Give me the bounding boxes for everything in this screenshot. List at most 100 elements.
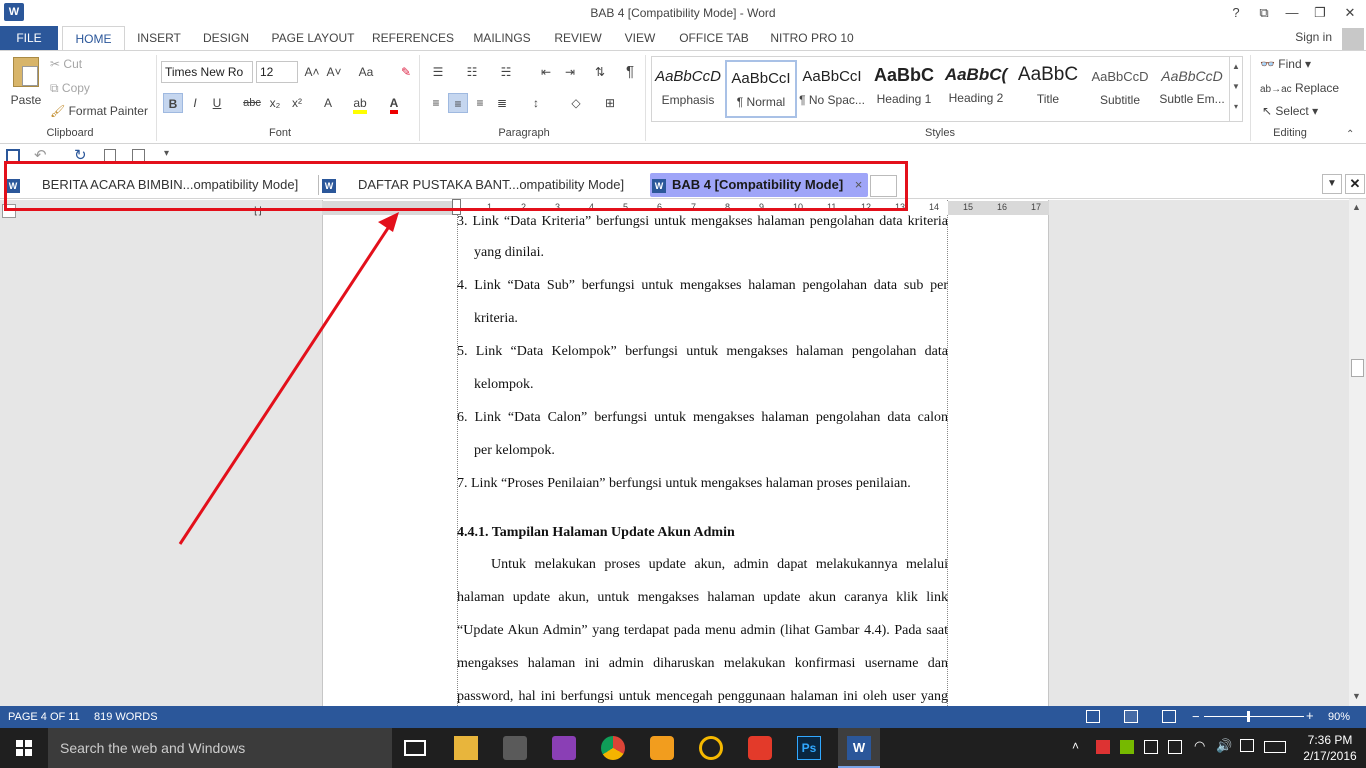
subscript-button[interactable]: x₂ (265, 93, 285, 113)
avatar[interactable] (1342, 28, 1364, 50)
tab-home[interactable]: HOME (62, 26, 125, 51)
read-mode-icon[interactable] (1086, 710, 1100, 723)
tray-icon[interactable] (1144, 740, 1158, 754)
tab-references[interactable]: REFERENCES (370, 26, 456, 50)
bold-button[interactable]: B (163, 93, 183, 113)
text-effects-icon[interactable]: A (318, 93, 338, 113)
zoom-in-icon[interactable]: + (1306, 708, 1314, 723)
style-heading-1[interactable]: AaBbC Heading 1 (868, 60, 940, 118)
task-view-icon[interactable] (404, 740, 426, 756)
italic-button[interactable]: I (185, 93, 205, 113)
line-spacing-icon[interactable]: ↕ (526, 93, 546, 113)
align-left-icon[interactable]: ≡ (426, 93, 446, 113)
style-heading-2[interactable]: AaBbC( Heading 2 (940, 60, 1012, 118)
nvidia-icon[interactable] (1120, 740, 1134, 754)
pilcrow-icon[interactable]: ¶ (620, 62, 640, 82)
font-color-icon[interactable]: A (384, 93, 404, 114)
taskbar-search[interactable]: Search the web and Windows (48, 728, 392, 768)
doc-line[interactable]: kelompok. (474, 377, 534, 393)
tab-review[interactable]: REVIEW (548, 26, 608, 50)
align-center-icon[interactable]: ≡ (448, 93, 468, 113)
drive-icon[interactable] (699, 736, 723, 760)
camera-app-icon[interactable] (748, 736, 772, 760)
doc-line[interactable]: mengakses halaman ini admin diharuskan m… (457, 656, 948, 672)
doc-line[interactable]: Untuk melakukan proses update akun, admi… (491, 557, 948, 573)
web-layout-icon[interactable] (1162, 710, 1176, 723)
zoom-slider-thumb[interactable] (1247, 711, 1250, 722)
tab-insert[interactable]: INSERT (132, 26, 186, 50)
font-size-input[interactable]: 12 (256, 61, 298, 83)
collapse-ribbon-icon[interactable]: ⌃ (1346, 129, 1354, 140)
page-count[interactable]: PAGE 4 OF 11 (8, 711, 80, 723)
feather-app-icon[interactable] (552, 736, 576, 760)
tab-mailings[interactable]: MAILINGS (466, 26, 538, 50)
customize-qat-icon[interactable]: ▾ (164, 148, 169, 159)
doc-line[interactable]: “Update Akun Admin” yang terdapat pada m… (457, 623, 948, 639)
find-button[interactable]: 👓 Find ▾ (1260, 57, 1311, 71)
action-center-icon[interactable] (1240, 739, 1254, 752)
word-count[interactable]: 819 WORDS (94, 711, 158, 723)
windows-start-icon[interactable] (16, 740, 32, 756)
doc-line[interactable]: 6. Link “Data Calon” berfungsi untuk men… (457, 410, 948, 426)
format-painter-button[interactable]: 🖌 Format Painter (50, 104, 148, 118)
shading-icon[interactable]: ◇ (566, 93, 586, 113)
style-normal[interactable]: AaBbCcI ¶ Normal (725, 60, 797, 118)
numbering-icon[interactable]: ☷ (462, 62, 482, 82)
tab-nitro-pro[interactable]: NITRO PRO 10 (766, 26, 858, 50)
zoom-level[interactable]: 90% (1328, 711, 1350, 723)
scroll-up-icon[interactable]: ▲ (1352, 202, 1361, 212)
print-layout-icon[interactable] (1124, 710, 1138, 723)
tray-icon[interactable] (1096, 740, 1110, 754)
ribbon-display-icon[interactable]: ⧉ (1250, 2, 1278, 24)
copy-button[interactable]: ⧉ Copy (50, 81, 90, 96)
tray-icon[interactable] (1168, 740, 1182, 754)
tab-view[interactable]: VIEW (618, 26, 662, 50)
decrease-indent-icon[interactable]: ⇤ (536, 62, 556, 82)
doc-line[interactable]: 7. Link “Proses Penilaian” berfungsi unt… (457, 476, 911, 492)
minimize-button[interactable]: — (1278, 2, 1306, 24)
close-button[interactable]: ✕ (1336, 2, 1364, 24)
clear-formatting-icon[interactable]: ✎ (396, 62, 416, 82)
vertical-scrollbar[interactable]: ▲ ▼ (1349, 199, 1366, 706)
doc-line[interactable]: password, hal ini berfungsi untuk menceg… (457, 689, 948, 705)
styles-scroll[interactable]: ▲ ▼ ▾ (1229, 57, 1242, 121)
style-title[interactable]: AaBbC Title (1012, 60, 1084, 118)
doc-line[interactable]: halaman update akun, untuk mengakses hal… (457, 590, 948, 606)
tab-design[interactable]: DESIGN (196, 26, 256, 50)
underline-button[interactable]: U (207, 93, 227, 113)
help-icon[interactable]: ? (1222, 2, 1250, 24)
font-name-input[interactable]: Times New Ro (161, 61, 253, 83)
section-heading[interactable]: 4.4.1. Tampilan Halaman Update Akun Admi… (457, 525, 735, 541)
scroll-thumb[interactable] (1351, 359, 1364, 377)
borders-icon[interactable]: ⊞ (600, 93, 620, 113)
file-explorer-icon[interactable] (454, 736, 478, 760)
align-right-icon[interactable]: ≡ (470, 93, 490, 113)
word-taskbar-button[interactable]: W (838, 728, 880, 768)
doc-line[interactable]: 5. Link “Data Kelompok” berfungsi untuk … (457, 344, 948, 360)
tray-expand-icon[interactable]: ˄ (1072, 739, 1079, 753)
highlight-icon[interactable]: ab (350, 93, 370, 114)
keyboard-icon[interactable] (1264, 741, 1286, 753)
doc-line[interactable]: per kelompok. (474, 443, 555, 459)
increase-indent-icon[interactable]: ⇥ (560, 62, 580, 82)
bullets-icon[interactable]: ☰ (428, 62, 448, 82)
multilevel-list-icon[interactable]: ☵ (496, 62, 516, 82)
tab-office-tab[interactable]: OFFICE TAB (672, 26, 756, 50)
tab-file[interactable]: FILE (0, 26, 58, 50)
doc-line[interactable]: yang dinilai. (474, 245, 544, 261)
style-no-spacing[interactable]: AaBbCcI ¶ No Spac... (796, 60, 868, 118)
close-all-icon[interactable]: ✕ (1345, 174, 1365, 194)
zoom-slider[interactable] (1204, 716, 1304, 717)
zoom-out-icon[interactable]: − (1192, 709, 1200, 724)
paste-button[interactable]: Paste (8, 57, 44, 117)
chrome-icon[interactable] (601, 736, 625, 760)
clock-time[interactable]: 7:36 PM (1300, 733, 1360, 747)
shrink-font-button[interactable]: A˅ (324, 62, 344, 82)
cut-button[interactable]: ✂ Cut (50, 57, 82, 71)
sign-in-link[interactable]: Sign in (1295, 30, 1332, 44)
tab-list-dropdown-icon[interactable]: ▼ (1322, 174, 1342, 194)
strikethrough-button[interactable]: abc (240, 93, 264, 113)
restore-button[interactable]: ❐ (1306, 2, 1334, 24)
superscript-button[interactable]: x² (287, 93, 307, 113)
uc-browser-icon[interactable] (650, 736, 674, 760)
